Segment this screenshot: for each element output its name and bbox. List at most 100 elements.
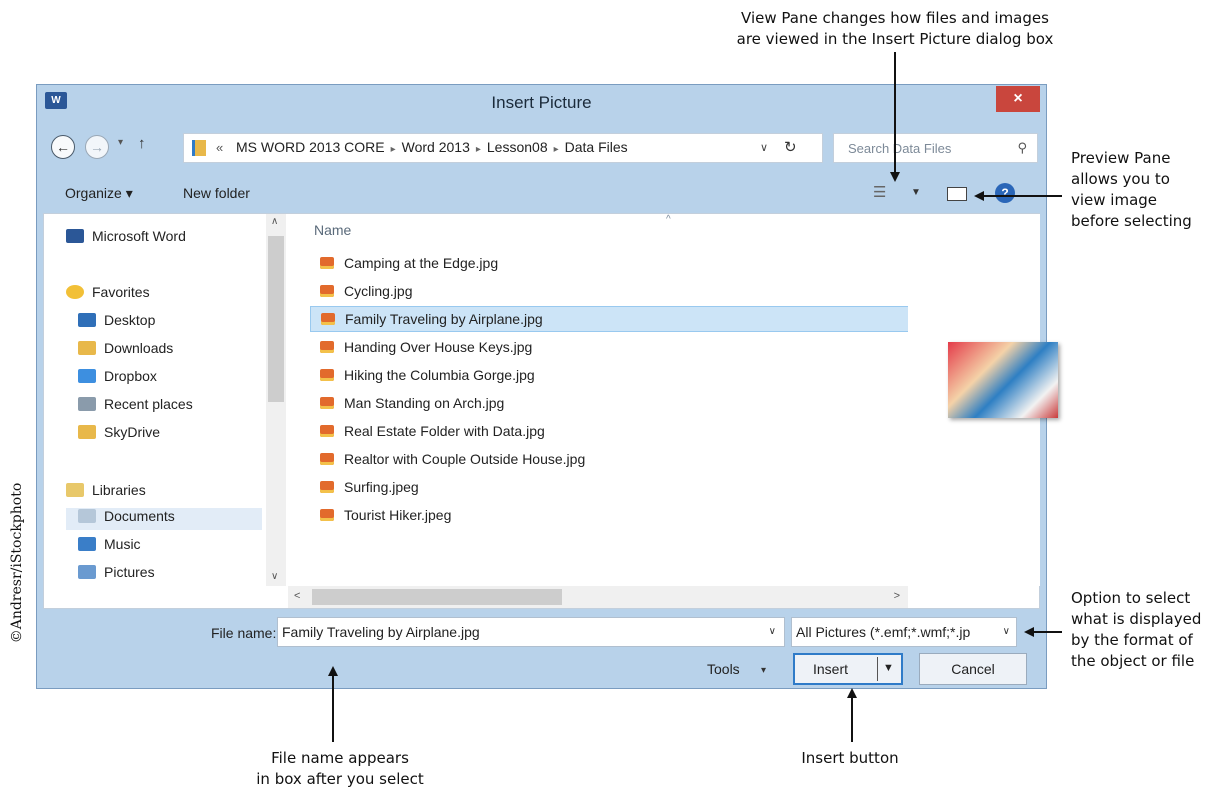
tools-button[interactable]: Tools <box>707 661 740 677</box>
close-button[interactable]: × <box>996 86 1040 112</box>
image-file-icon <box>320 397 334 409</box>
file-name-input[interactable]: Family Traveling by Airplane.jpg ∨ <box>277 617 785 647</box>
crumb-separator-icon[interactable]: ▸ <box>391 144 396 155</box>
image-file-icon <box>320 481 334 493</box>
insert-button[interactable]: Insert ▼ <box>793 653 903 685</box>
photo-credit: ©Andresr/iStockphoto <box>9 482 25 644</box>
crumb-lesson08[interactable]: Lesson08 <box>487 139 548 155</box>
view-dropdown-icon[interactable]: ▼ <box>911 187 921 198</box>
organize-button[interactable]: Organize ▾ <box>65 185 133 202</box>
scroll-up-icon[interactable]: ∧ <box>271 216 278 227</box>
file-row[interactable]: Hiking the Columbia Gorge.jpg <box>310 362 908 388</box>
nav-item-documents[interactable]: Documents <box>66 508 262 530</box>
insert-button-label: Insert <box>813 661 849 677</box>
preview-pane-callout: Preview Pane allows you to view image be… <box>1071 148 1231 232</box>
file-list-hscrollbar[interactable]: < > <box>288 586 908 608</box>
search-input[interactable]: Search Data Files ⚲ <box>833 133 1038 163</box>
column-header-name[interactable]: Name <box>314 222 351 238</box>
nav-item-skydrive[interactable]: SkyDrive <box>78 424 160 446</box>
file-name: Camping at the Edge.jpg <box>344 255 499 271</box>
image-file-icon <box>320 425 334 437</box>
nav-item-label: Recent places <box>104 396 193 412</box>
scroll-right-icon[interactable]: > <box>894 590 900 602</box>
file-row[interactable]: Real Estate Folder with Data.jpg <box>310 418 908 444</box>
image-file-icon <box>320 285 334 297</box>
file-name: Surfing.jpeg <box>344 479 419 495</box>
nav-item-dropbox[interactable]: Dropbox <box>78 368 157 390</box>
breadcrumb-overflow[interactable]: « <box>216 140 223 155</box>
search-placeholder: Search Data Files <box>848 141 952 156</box>
file-row[interactable]: Handing Over House Keys.jpg <box>310 334 908 360</box>
chevron-down-icon[interactable]: ∨ <box>1003 626 1010 637</box>
filter-callout: Option to select what is displayed by th… <box>1071 588 1231 672</box>
recent-locations-icon[interactable]: ▾ <box>118 137 123 148</box>
up-folder-icon[interactable]: ↑ <box>138 135 146 152</box>
skydrive-icon <box>78 425 96 439</box>
breadcrumb[interactable]: « MS WORD 2013 CORE ▸ Word 2013 ▸ Lesson08 ▸ D… <box>183 133 823 163</box>
insert-dropdown-icon[interactable]: ▼ <box>883 662 894 674</box>
scrollbar-thumb[interactable] <box>312 589 562 605</box>
scroll-left-icon[interactable]: < <box>294 590 300 602</box>
nav-item-label: Dropbox <box>104 368 157 384</box>
file-name: Man Standing on Arch.jpg <box>344 395 505 411</box>
file-type-select[interactable]: All Pictures (*.emf;*.wmf;*.jp ∨ <box>791 617 1017 647</box>
nav-item-favorites[interactable]: Favorites <box>66 284 150 306</box>
scroll-down-icon[interactable]: ∨ <box>271 571 278 582</box>
dialog-title: Insert Picture <box>491 93 592 112</box>
crumb-ms-word-2013-core[interactable]: MS WORD 2013 CORE <box>236 139 385 155</box>
file-row[interactable]: Man Standing on Arch.jpg <box>310 390 908 416</box>
search-icon[interactable]: ⚲ <box>1017 140 1027 156</box>
preview-pane-icon[interactable] <box>947 187 967 201</box>
file-row[interactable]: Tourist Hiker.jpeg <box>310 502 908 528</box>
music-icon <box>78 537 96 551</box>
file-name: Cycling.jpg <box>344 283 413 299</box>
breadcrumb-path: MS WORD 2013 CORE ▸ Word 2013 ▸ Lesson08 ▸ Dat… <box>236 139 628 155</box>
nav-item-label: Microsoft Word <box>92 228 186 244</box>
nav-item-music[interactable]: Music <box>78 536 141 558</box>
chevron-down-icon[interactable]: ∨ <box>769 626 776 637</box>
nav-item-label: SkyDrive <box>104 424 161 440</box>
image-file-icon <box>320 453 334 465</box>
file-row[interactable]: Camping at the Edge.jpg <box>310 250 908 276</box>
file-row[interactable]: Surfing.jpeg <box>310 474 908 500</box>
back-icon[interactable]: ← <box>51 135 75 159</box>
title-bar: W Insert Picture × <box>37 85 1046 119</box>
scrollbar-thumb[interactable] <box>268 236 284 402</box>
nav-item-libraries[interactable]: Libraries <box>66 482 146 504</box>
crumb-separator-icon[interactable]: ▸ <box>554 144 559 155</box>
tools-dropdown-icon[interactable]: ▾ <box>761 665 766 676</box>
address-row: ← → ▾ ↑ « MS WORD 2013 CORE ▸ Word 2013 ▸ Le… <box>43 129 1040 169</box>
file-name: Realtor with Couple Outside House.jpg <box>344 451 586 467</box>
nav-item-label: Music <box>104 536 141 552</box>
file-type-value: All Pictures (*.emf;*.wmf;*.jp <box>796 624 971 640</box>
address-dropdown-icon[interactable]: ∨ <box>760 141 768 154</box>
file-name: Hiking the Columbia Gorge.jpg <box>344 367 535 383</box>
nav-item-label: Libraries <box>92 482 146 498</box>
file-row-selected[interactable]: Family Traveling by Airplane.jpg <box>310 306 908 332</box>
nav-item-recent-places[interactable]: Recent places <box>78 396 193 418</box>
file-row[interactable]: Realtor with Couple Outside House.jpg <box>310 446 908 472</box>
nav-item-microsoft-word[interactable]: Microsoft Word <box>66 228 186 250</box>
crumb-word-2013[interactable]: Word 2013 <box>402 139 470 155</box>
file-name-callout-line2: in box after you select <box>256 770 424 788</box>
preview-pane-callout-line3: view image <box>1071 191 1158 209</box>
crumb-data-files[interactable]: Data Files <box>565 139 628 155</box>
refresh-icon[interactable]: ↻ <box>784 138 797 156</box>
file-row[interactable]: Cycling.jpg <box>310 278 908 304</box>
image-file-icon <box>321 313 335 325</box>
forward-icon[interactable]: → <box>85 135 109 159</box>
cancel-button[interactable]: Cancel <box>919 653 1027 685</box>
nav-item-desktop[interactable]: Desktop <box>78 312 155 334</box>
new-folder-button[interactable]: New folder <box>183 185 250 201</box>
crumb-separator-icon[interactable]: ▸ <box>476 144 481 155</box>
nav-pane-scrollbar[interactable]: ∧ ∨ <box>266 214 286 586</box>
command-toolbar: Organize ▾ New folder ☰ ▼ ? <box>43 175 1040 211</box>
preview-pane-callout-line1: Preview Pane <box>1071 149 1171 167</box>
nav-item-downloads[interactable]: Downloads <box>78 340 173 362</box>
image-file-icon <box>320 509 334 521</box>
view-options-icon[interactable]: ☰ <box>873 183 886 201</box>
nav-item-pictures[interactable]: Pictures <box>78 564 155 586</box>
content-area: Microsoft Word Favorites Desktop Downloa… <box>43 213 1058 609</box>
recent-places-icon <box>78 397 96 411</box>
help-icon[interactable]: ? <box>995 183 1015 203</box>
